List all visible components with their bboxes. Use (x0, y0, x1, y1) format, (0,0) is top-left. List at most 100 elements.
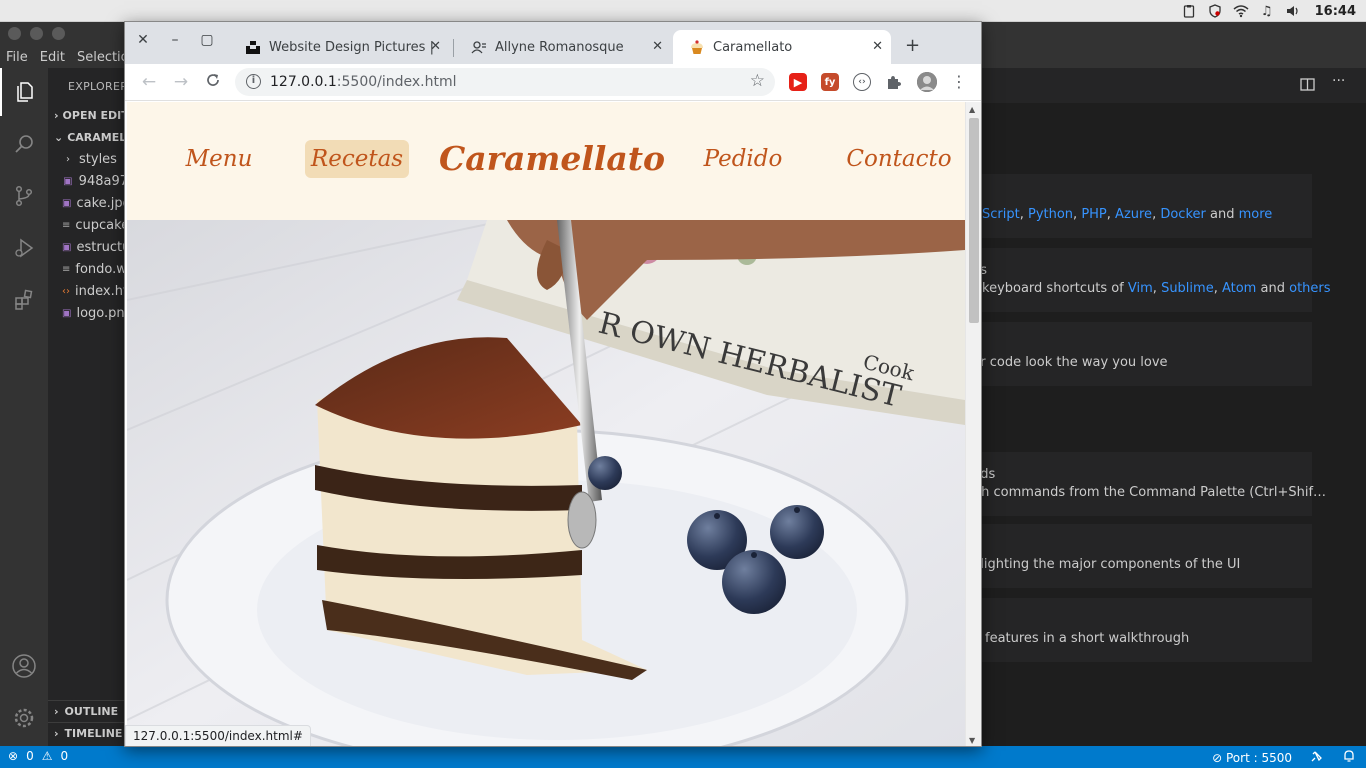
close-icon[interactable]: ✕ (133, 32, 153, 48)
link-others[interactable]: others (1289, 281, 1330, 296)
feedback-icon[interactable] (1310, 749, 1324, 766)
file-item[interactable]: ▣ cake.jpg (48, 192, 128, 214)
unsplash-icon (245, 39, 261, 55)
volume-icon[interactable] (1285, 3, 1301, 19)
text-file-icon: ≡ (62, 263, 71, 275)
image-file-icon: ▣ (63, 175, 73, 187)
timeline-label: TIMELINE (64, 727, 123, 740)
html-file-icon: ‹› (62, 285, 70, 297)
account-icon[interactable] (0, 642, 48, 690)
search-icon[interactable] (0, 120, 48, 168)
link-azure[interactable]: Azure (1115, 207, 1152, 222)
new-tab-plus-icon[interactable]: + (905, 35, 920, 56)
minimize-icon[interactable]: – (165, 32, 185, 48)
tab-website-design[interactable]: Website Design Pictures | D ✕ (229, 30, 449, 64)
walkthrough-card-commands[interactable]: nds ch commands from the Command Palette… (972, 452, 1326, 516)
file-item[interactable]: ▣ estructura (48, 236, 128, 258)
nav-recetas[interactable]: Recetas (305, 140, 409, 178)
tab-allyne[interactable]: Allyne Romanosque ✕ (455, 30, 671, 64)
profile-avatar[interactable] (917, 72, 937, 92)
maximize-icon[interactable]: ▢ (197, 32, 217, 48)
file-name: index.html (75, 283, 128, 299)
extensions-puzzle-icon[interactable] (885, 73, 903, 91)
tab-title: Caramellato (713, 39, 793, 55)
link-script[interactable]: Script (982, 207, 1020, 222)
close-tab-icon[interactable]: ✕ (652, 39, 663, 54)
file-item[interactable]: ≡ fondo.webp (48, 258, 128, 280)
scrollbar-thumb[interactable] (969, 118, 979, 323)
clipboard-icon[interactable] (1181, 3, 1197, 19)
project-label: CARAMELLATO (67, 130, 128, 144)
bookmark-star-icon[interactable]: ☆ (750, 71, 765, 91)
settings-gear-icon[interactable] (0, 694, 48, 742)
link-more[interactable]: more (1239, 207, 1273, 222)
tab-caramellato[interactable]: Caramellato ✕ (673, 30, 891, 64)
page-scrollbar[interactable]: ▲ ▼ (965, 102, 981, 746)
outline-section[interactable]: › OUTLINE (48, 700, 128, 722)
file-item[interactable]: › styles (48, 148, 128, 170)
page-viewport: Menu Recetas Caramellato Pedido Contacto (127, 102, 965, 746)
link-python[interactable]: Python (1028, 207, 1073, 222)
link-sublime[interactable]: Sublime (1161, 281, 1214, 296)
close-tab-icon[interactable]: ✕ (430, 39, 441, 54)
file-name: cake.jpg (76, 195, 128, 211)
address-bar[interactable]: i 127.0.0.1:5500/index.html ☆ (235, 68, 775, 96)
link-atom[interactable]: Atom (1222, 281, 1256, 296)
site-logo[interactable]: Caramellato (439, 134, 665, 182)
walkthrough-card-features[interactable]: features in a short walkthrough (982, 598, 1312, 662)
menu-edit[interactable]: Edit (40, 50, 65, 65)
shield-icon[interactable] (1207, 3, 1223, 19)
card-desc: ch commands from the Command Palette (Ct… (974, 485, 1327, 500)
problems-indicator[interactable]: ⊗ 0 ⚠ 0 (8, 749, 68, 763)
file-item[interactable]: ‹› index.html (48, 280, 128, 302)
url-text[interactable]: 127.0.0.1:5500/index.html (270, 74, 457, 90)
nav-pedido[interactable]: Pedido (699, 140, 787, 178)
tiramisu-photo: R OWN HERBALIST Cook (127, 220, 965, 746)
nav-contacto[interactable]: Contacto (846, 140, 951, 178)
extensions-icon[interactable] (0, 276, 48, 324)
file-item[interactable]: ▣ 948a97 (48, 170, 128, 192)
menu-file[interactable]: File (6, 50, 28, 65)
code-extension-icon[interactable]: ‹› (853, 73, 871, 91)
reload-icon[interactable] (203, 72, 223, 93)
back-arrow-icon[interactable]: ← (139, 72, 159, 92)
scroll-down-arrow-icon[interactable]: ▼ (969, 736, 975, 745)
walkthrough-card-ui[interactable]: nlighting the major components of the UI (972, 524, 1312, 588)
notifications-bell-icon[interactable] (1342, 749, 1356, 766)
wifi-icon[interactable] (1233, 3, 1249, 19)
forward-arrow-icon[interactable]: → (171, 72, 191, 92)
open-editors-section[interactable]: › OPEN EDITORS (48, 104, 128, 126)
clock[interactable]: 16:44 (1315, 4, 1356, 19)
close-window-button[interactable] (8, 27, 21, 40)
link-php[interactable]: PHP (1081, 207, 1106, 222)
outline-label: OUTLINE (64, 705, 119, 718)
nav-menu[interactable]: Menu (179, 140, 259, 178)
close-tab-icon[interactable]: ✕ (872, 39, 883, 54)
music-icon[interactable]: ♫ (1259, 3, 1275, 19)
link-docker[interactable]: Docker (1160, 207, 1206, 222)
walkthrough-card-languages[interactable]: Script, Python, PHP, Azure, Docker and m… (982, 174, 1312, 238)
tab-separator (453, 39, 454, 57)
maximize-window-button[interactable] (52, 27, 65, 40)
chrome-menu-kebab-icon[interactable]: ⋮ (949, 72, 969, 91)
walkthrough-card-keybindings[interactable]: gs keyboard shortcuts of Vim, Sublime, A… (972, 248, 1331, 312)
fy-extension-icon[interactable]: fy (821, 73, 839, 91)
image-file-icon: ▣ (62, 241, 72, 253)
more-actions-icon[interactable]: ··· (1332, 73, 1345, 89)
editor-tab-bar: ··· (982, 68, 1366, 103)
minimize-window-button[interactable] (30, 27, 43, 40)
source-control-icon[interactable] (0, 172, 48, 220)
file-item[interactable]: ≡ cupcake (48, 214, 128, 236)
project-section[interactable]: ⌄ CARAMELLATO (48, 126, 128, 148)
walkthrough-card-theme[interactable]: ur code look the way you love (972, 322, 1312, 386)
live-server-port[interactable]: ⊘ Port : 5500 (1212, 751, 1292, 765)
site-info-icon[interactable]: i (246, 74, 261, 89)
link-vim[interactable]: Vim (1128, 281, 1153, 296)
youtube-extension-icon[interactable]: ▶ (789, 73, 807, 91)
split-editor-icon[interactable] (1300, 77, 1315, 96)
timeline-section[interactable]: › TIMELINE (48, 722, 128, 744)
run-debug-icon[interactable] (0, 224, 48, 272)
explorer-icon[interactable] (0, 68, 48, 116)
file-item[interactable]: ▣ logo.png (48, 302, 128, 324)
scroll-up-arrow-icon[interactable]: ▲ (969, 105, 975, 114)
